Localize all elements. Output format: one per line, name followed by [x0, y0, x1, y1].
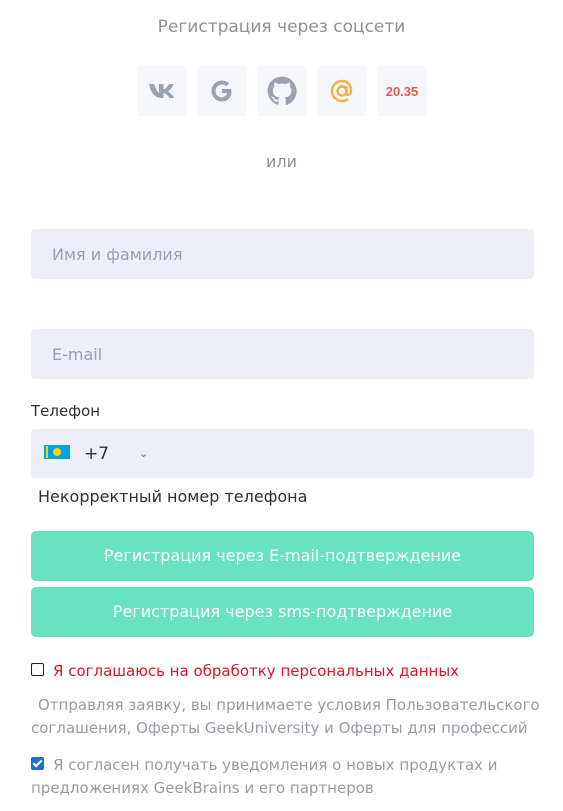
2035-icon: 20.35	[386, 84, 419, 99]
mailru-login-button[interactable]	[317, 66, 367, 116]
notifications-label[interactable]: Я согласен получать уведомления о новых …	[31, 754, 511, 800]
kazakhstan-flag-icon[interactable]	[44, 445, 70, 459]
github-icon	[267, 76, 297, 105]
terms-note: Отправляя заявку, вы принимаете условия …	[31, 696, 540, 737]
phone-input[interactable]	[161, 429, 525, 480]
or-divider: или	[265, 152, 298, 171]
email-input[interactable]	[52, 344, 513, 364]
name-field[interactable]	[31, 229, 534, 279]
notifications-consent[interactable]: Я согласен получать уведомления о новых …	[31, 754, 511, 800]
name-input[interactable]	[52, 244, 513, 264]
social-register-title: Регистрация через соцсети	[157, 17, 406, 37]
2035-logo-text: 20.35	[386, 84, 419, 99]
phone-label: Телефон	[31, 402, 101, 420]
email-register-button[interactable]: Регистрация через E-mail-подтверждение	[31, 531, 534, 581]
email-field[interactable]	[31, 329, 534, 379]
personal-data-consent[interactable]: Я соглашаюсь на обработку персональных д…	[31, 660, 459, 683]
github-login-button[interactable]	[257, 66, 307, 116]
personal-data-checkbox[interactable]	[31, 663, 44, 676]
vk-icon	[149, 84, 175, 98]
phone-country-code[interactable]: +7	[84, 444, 109, 464]
personal-data-label[interactable]: Я соглашаюсь на обработку персональных д…	[53, 660, 459, 683]
phone-field[interactable]: +7 ⌄	[31, 429, 534, 480]
vk-login-button[interactable]	[137, 66, 187, 116]
google-login-button[interactable]	[197, 66, 247, 116]
notifications-checkbox[interactable]	[31, 757, 44, 770]
phone-error-message: Некорректный номер телефона	[38, 487, 308, 506]
at-sign-icon	[330, 79, 353, 103]
social-buttons: 20.35	[137, 66, 429, 116]
chevron-down-icon[interactable]: ⌄	[139, 447, 148, 460]
sms-register-button[interactable]: Регистрация через sms-подтверждение	[31, 587, 534, 637]
leader-id-login-button[interactable]: 20.35	[377, 66, 427, 116]
google-icon	[211, 80, 232, 102]
